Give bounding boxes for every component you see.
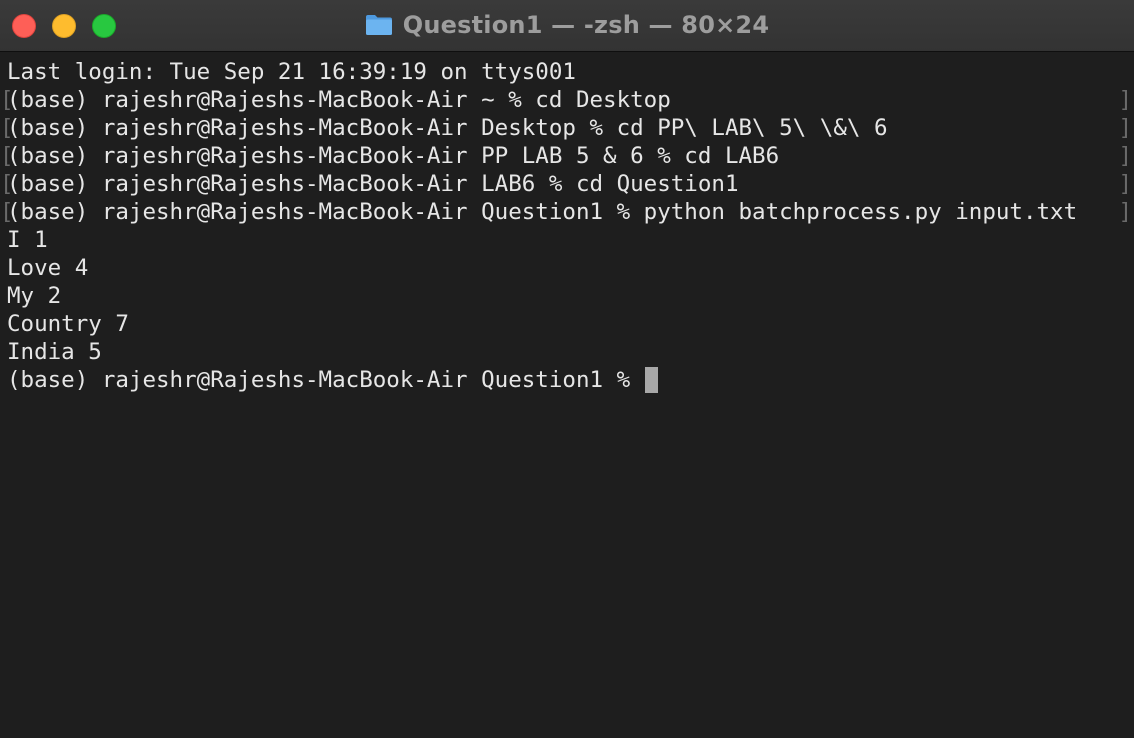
- command-line: [(base) rajeshr@Rajeshs-MacBook-Air Desk…: [0, 114, 1134, 142]
- command-line: [(base) rajeshr@Rajeshs-MacBook-Air PP L…: [0, 142, 1134, 170]
- command-line: [(base) rajeshr@Rajeshs-MacBook-Air ~ % …: [0, 86, 1134, 114]
- mark-bracket-right: ]: [1118, 115, 1132, 141]
- command-text: (base) rajeshr@Rajeshs-MacBook-Air Deskt…: [7, 115, 888, 141]
- zoom-button[interactable]: [92, 14, 116, 38]
- mark-bracket-left: [: [0, 115, 14, 141]
- output-line: My 2: [7, 283, 62, 309]
- mark-bracket-left: [: [0, 143, 14, 169]
- prompt-text: (base) rajeshr@Rajeshs-MacBook-Air Quest…: [7, 367, 644, 393]
- output-line: I 1: [7, 227, 48, 253]
- mark-bracket-right: ]: [1118, 171, 1132, 197]
- output-line: Love 4: [7, 255, 89, 281]
- command-line: [(base) rajeshr@Rajeshs-MacBook-Air Ques…: [0, 198, 1134, 226]
- mark-bracket-left: [: [0, 199, 14, 225]
- command-text: (base) rajeshr@Rajeshs-MacBook-Air Quest…: [7, 199, 1078, 225]
- window-title: Question1 — -zsh — 80×24: [402, 11, 770, 39]
- command-text: (base) rajeshr@Rajeshs-MacBook-Air ~ % c…: [7, 87, 671, 113]
- folder-icon[interactable]: [365, 14, 393, 36]
- last-login-line: Last login: Tue Sep 21 16:39:19 on ttys0…: [7, 59, 576, 85]
- terminal-content[interactable]: Last login: Tue Sep 21 16:39:19 on ttys0…: [0, 58, 1134, 738]
- minimize-button[interactable]: [52, 14, 76, 38]
- window-title-group: Question1 — -zsh — 80×24: [0, 0, 1134, 50]
- title-bar[interactable]: Question1 — -zsh — 80×24: [0, 0, 1134, 52]
- output-line: Country 7: [7, 311, 129, 337]
- close-button[interactable]: [12, 14, 36, 38]
- terminal-window: Question1 — -zsh — 80×24 Last login: Tue…: [0, 0, 1134, 738]
- mark-bracket-right: ]: [1118, 143, 1132, 169]
- output-line: India 5: [7, 339, 102, 365]
- command-text: (base) rajeshr@Rajeshs-MacBook-Air PP LA…: [7, 143, 780, 169]
- command-line: [(base) rajeshr@Rajeshs-MacBook-Air LAB6…: [0, 170, 1134, 198]
- prompt-line[interactable]: (base) rajeshr@Rajeshs-MacBook-Air Quest…: [0, 366, 1134, 394]
- text-cursor[interactable]: [644, 367, 658, 393]
- mark-bracket-right: ]: [1118, 87, 1132, 113]
- mark-bracket-left: [: [0, 171, 14, 197]
- mark-bracket-right: ]: [1118, 199, 1132, 225]
- command-text: (base) rajeshr@Rajeshs-MacBook-Air LAB6 …: [7, 171, 739, 197]
- mark-bracket-left: [: [0, 87, 14, 113]
